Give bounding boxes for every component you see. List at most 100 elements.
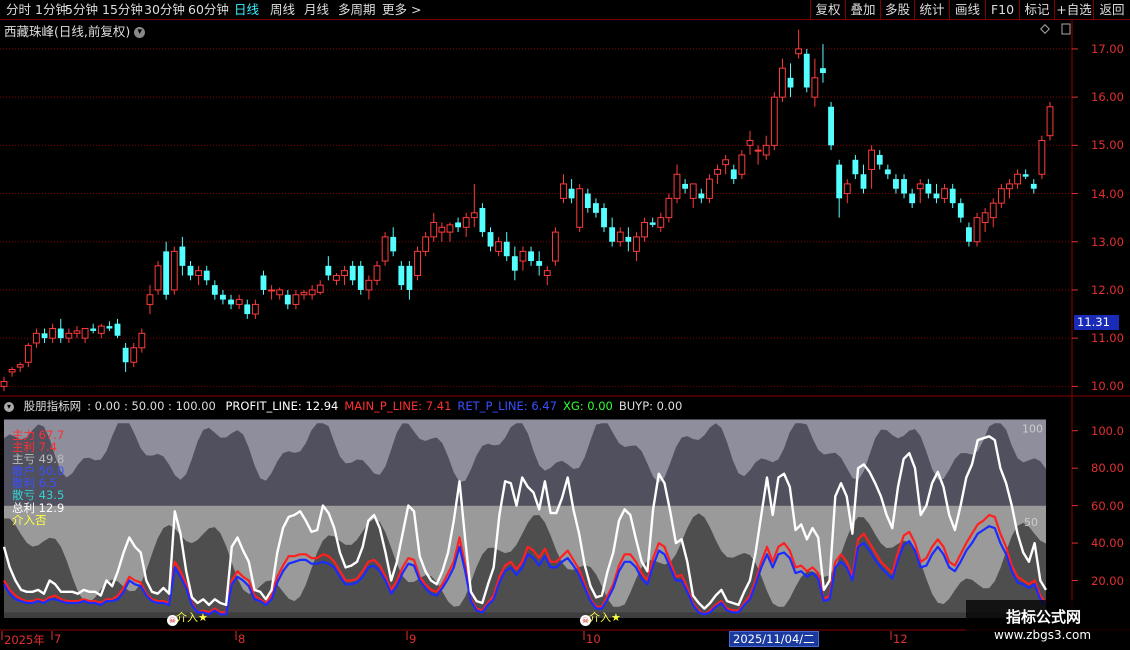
candle — [33, 328, 40, 348]
candle — [187, 261, 194, 281]
candle — [0, 376, 8, 392]
price-label: 15.00 — [1091, 138, 1124, 153]
stock-terminal-window: 分时 1分钟 5分钟 15分钟 30分钟 60分钟 日线 周线 月线 多周期 更多 > 复权 叠加 多股统… — [0, 0, 1130, 650]
candle-body — [933, 193, 940, 199]
candle — [965, 222, 972, 247]
candle-body — [698, 193, 705, 199]
candle-body — [828, 106, 834, 146]
chart-canvas[interactable]: 100 50 — [0, 0, 1130, 650]
candle — [551, 227, 559, 266]
candle-body — [1046, 106, 1054, 137]
candle-body — [1030, 183, 1037, 189]
candle-body — [738, 154, 746, 175]
candle — [341, 265, 348, 286]
price-label: 10.00 — [1091, 379, 1124, 394]
candle-body — [73, 330, 81, 334]
candle — [211, 280, 218, 300]
candle-body — [609, 227, 616, 242]
candle-body — [997, 188, 1005, 204]
candle-body — [495, 241, 503, 252]
candle — [97, 323, 105, 339]
indicator-axis-label: 60.00 — [1091, 498, 1124, 513]
candle — [114, 318, 121, 339]
candle-body — [479, 208, 486, 233]
candle-body — [365, 279, 373, 291]
indicator-axis-label: 40.00 — [1091, 536, 1124, 551]
candle — [1006, 179, 1013, 199]
candle — [8, 367, 16, 377]
candle — [154, 261, 162, 295]
candle — [235, 294, 243, 310]
candle-body — [787, 77, 794, 88]
date-cursor-label: 2025/11/04/二 — [729, 631, 819, 647]
candle-body — [470, 212, 478, 219]
candle — [276, 287, 284, 300]
indicator-axis-label: 80.00 — [1091, 461, 1124, 476]
indicator-menu-icon[interactable]: ▾ — [4, 401, 14, 412]
candle-body — [884, 169, 891, 175]
candle-body — [706, 178, 713, 199]
candle-body — [179, 246, 186, 266]
candle — [138, 328, 146, 353]
indicator-value-0: PROFIT_LINE: 12.94 — [225, 399, 339, 413]
price-label: 16.00 — [1091, 90, 1124, 105]
candle — [24, 342, 32, 368]
indicator-value-4: BUYP: 0.00 — [618, 399, 683, 413]
candle — [438, 222, 446, 242]
candle — [106, 321, 113, 331]
candle — [316, 280, 324, 295]
candle — [981, 208, 989, 233]
candle-body — [357, 265, 364, 290]
candle — [357, 261, 364, 295]
candle — [957, 198, 964, 223]
candle — [730, 164, 737, 184]
candle-body — [203, 270, 210, 281]
candle — [292, 289, 300, 310]
candle-body — [893, 179, 899, 189]
candle-body — [49, 328, 57, 339]
candle — [333, 273, 340, 286]
indicator-value-2: RET_P_LINE: 6.47 — [457, 399, 557, 413]
candle-body — [649, 222, 656, 225]
candle — [754, 145, 762, 165]
candle-body — [503, 241, 510, 257]
candle-body — [519, 250, 527, 262]
indicator-value-1: MAIN_P_LINE: 7.41 — [344, 399, 452, 413]
candle-body — [949, 188, 956, 204]
indicator-name[interactable]: 股朋指标网 — [24, 399, 82, 413]
watermark-url: www.zbgs3.com — [994, 628, 1092, 642]
candle — [503, 232, 510, 262]
candle-body — [576, 188, 584, 228]
candle-body — [868, 149, 876, 170]
candle — [130, 342, 138, 368]
candle-body — [163, 251, 170, 295]
candle — [414, 246, 421, 281]
candle — [803, 48, 810, 93]
candle — [1030, 179, 1037, 194]
indicator-header: ▾ 股朋指标网: 0.00 : 50.00 : 100.00 PROFIT_LI… — [4, 398, 694, 414]
candle — [430, 212, 438, 242]
candle — [406, 261, 413, 300]
candle-body — [641, 221, 648, 238]
candle — [836, 159, 843, 218]
candle — [373, 261, 381, 286]
legend-item-5: 散亏 43.5 — [12, 488, 65, 503]
candle — [949, 183, 956, 208]
candle-body — [665, 197, 673, 219]
candle — [325, 256, 332, 281]
candle — [1014, 169, 1021, 189]
candle-body — [390, 236, 397, 252]
candle — [81, 328, 89, 343]
candle-body — [381, 236, 389, 262]
candle-body — [746, 140, 754, 146]
candle-body — [682, 183, 689, 189]
candle-body — [795, 48, 803, 55]
candle — [673, 164, 681, 204]
diamond-icon — [1040, 24, 1050, 34]
candle-body — [925, 183, 932, 194]
candle-body — [154, 265, 162, 291]
candle-body — [333, 274, 340, 281]
candle-body — [487, 232, 494, 247]
candle — [893, 174, 899, 194]
current-price-tag: 11.31 — [1074, 315, 1119, 331]
